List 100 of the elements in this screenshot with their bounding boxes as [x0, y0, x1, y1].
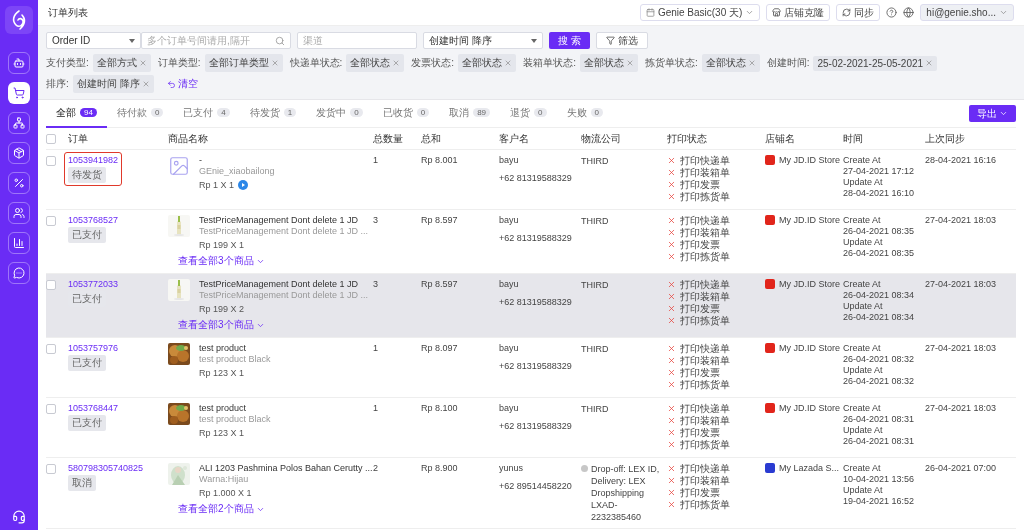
order-id-link[interactable]: 1053768447 — [68, 403, 119, 413]
export-button[interactable]: 导出 — [969, 105, 1016, 122]
filter-label: 排序: — [46, 77, 69, 91]
store-name: My JD.ID Store — [779, 279, 840, 289]
print-status: 打印快递单 — [680, 343, 730, 354]
print-status: 打印快递单 — [680, 463, 730, 474]
status-tab[interactable]: 待付款 0 — [106, 99, 174, 128]
store-name: My JD.ID Store — [779, 215, 840, 225]
status-tab[interactable]: 发货中 0 — [306, 99, 373, 128]
view-all-products-link[interactable]: 查看全部2个商品 — [178, 502, 265, 516]
time-label: Create At — [843, 279, 881, 289]
time-label: Create At — [843, 403, 881, 413]
product-price: Rp 123 X 1 — [199, 428, 245, 438]
print-status: 打印装箱单 — [680, 475, 730, 486]
print-status: 打印发票 — [680, 303, 720, 314]
store-name: My JD.ID Store — [779, 155, 840, 165]
view-all-products-link[interactable]: 查看全部3个商品 — [178, 318, 265, 332]
print-status: 打印发票 — [680, 239, 720, 250]
time-label: Update At — [843, 177, 883, 187]
product-price: Rp 1 X 1 — [199, 180, 235, 190]
product-name: TestPriceManagement Dont delete 1 JD — [199, 215, 360, 225]
clear-link[interactable]: 清空 — [166, 77, 198, 91]
order-status: 已支付 — [68, 415, 106, 431]
column-header: 物流公司 — [581, 131, 622, 146]
page-title: 订单列表 — [48, 5, 89, 20]
order-total: Rp 8.900 — [421, 463, 459, 473]
product-name: test product — [199, 403, 248, 413]
filter-label: 支付类型: — [46, 56, 89, 70]
column-header: 订单 — [68, 131, 89, 146]
plan-dropdown[interactable]: Genie Basic(30 天) — [639, 4, 761, 21]
print-status: 打印快递单 — [680, 279, 730, 290]
filter-chip[interactable]: 全部状态 — [458, 54, 517, 72]
print-status: 打印快递单 — [680, 215, 730, 226]
order-id-link[interactable]: 1053941982 — [68, 155, 119, 165]
order-id-link[interactable]: 580798305740825 — [68, 463, 144, 473]
order-total: Rp 8.597 — [421, 279, 459, 289]
search-button[interactable]: 搜 索 — [549, 32, 590, 49]
filter-chip[interactable]: 全部状态 — [701, 54, 760, 72]
column-header: 时间 — [843, 131, 864, 146]
filter-chip[interactable]: 全部状态 — [579, 54, 638, 72]
filter-chip[interactable]: 全部订单类型 — [204, 54, 283, 72]
print-status: 打印拣货单 — [680, 251, 730, 262]
product-variant: GEnie_xiaobailong — [199, 166, 276, 176]
create-time: 10-04-2021 13:56 — [843, 474, 915, 484]
column-header: 商品名称 — [168, 131, 209, 146]
create-time: 26-04-2021 08:32 — [843, 354, 915, 364]
column-header: 客户名 — [499, 131, 530, 146]
create-time: 26-04-2021 08:31 — [843, 414, 915, 424]
filter-label: 订单类型: — [157, 56, 201, 70]
status-tab[interactable]: 已支付 4 — [173, 99, 240, 128]
product-name: ALI 1203 Pashmina Polos Bahan Cerutty ... — [199, 463, 373, 473]
print-status: 打印发票 — [680, 179, 720, 190]
time-label: Update At — [843, 365, 883, 375]
create-time: 26-04-2021 08:35 — [843, 226, 915, 236]
order-id-link[interactable]: 1053757976 — [68, 343, 119, 353]
status-tab[interactable]: 全部 94 — [46, 99, 107, 128]
filter-chip[interactable]: 全部方式 — [92, 54, 151, 72]
logistics-company: THIRD — [581, 155, 609, 167]
status-tab[interactable]: 已收货 0 — [372, 99, 440, 128]
sort-select[interactable]: 创建时间 降序 — [423, 32, 543, 49]
filter-button[interactable]: 筛选 — [595, 32, 648, 49]
last-sync-time: 27-04-2021 18:03 — [925, 343, 998, 353]
last-sync-time: 26-04-2021 07:00 — [925, 463, 998, 473]
update-time: 26-04-2021 08:35 — [843, 248, 915, 258]
print-status: 打印装箱单 — [680, 167, 730, 178]
store-name: My JD.ID Store — [779, 403, 840, 413]
order-id-link[interactable]: 1053768527 — [68, 215, 119, 225]
filter-label: 发票状态: — [411, 56, 455, 70]
status-tab[interactable]: 待发货 1 — [239, 99, 307, 128]
product-name: - — [199, 155, 203, 165]
print-status: 打印拣货单 — [680, 379, 730, 390]
product-variant: test product Black — [199, 414, 272, 424]
filter-label: 拣货单状态: — [644, 56, 698, 70]
time-label: Update At — [843, 301, 883, 311]
filter-chip[interactable]: 全部状态 — [346, 54, 405, 72]
product-variant: TestPriceManagement Dont delete 1 JD ... — [199, 226, 370, 236]
filter-chip[interactable]: 创建时间 降序 — [72, 75, 154, 93]
order-id-link[interactable]: 1053772033 — [68, 279, 119, 289]
product-variant: TestPriceManagement Dont delete 1 JD ... — [199, 290, 370, 300]
customer-name: yunus — [499, 463, 524, 473]
status-tab[interactable]: 退货 0 — [500, 99, 557, 128]
status-tab[interactable]: 失败 0 — [556, 99, 613, 128]
user-menu[interactable]: hi@genie.sho... — [920, 4, 1014, 21]
sync-button[interactable]: 同步 — [836, 4, 881, 21]
store-clone-button[interactable]: 店铺克隆 — [766, 4, 831, 21]
print-status: 打印发票 — [680, 487, 720, 498]
status-tab[interactable]: 取消 89 — [439, 99, 501, 128]
print-status: 打印发票 — [680, 427, 720, 438]
product-price: Rp 199 X 1 — [199, 240, 245, 250]
order-row[interactable]: 1053941982 待发货 - GEnie_xiaobailong Rp 1 X 1 1 Rp 8.001 bayu +62 81319588329 THIRD 打印快递单 打印装箱单 打印发票 打印拣货单 My JD.ID Store Create At 27-04-2021 17:12 Update At 28-04-2021 16:10 28-04-2021 16:16 — [46, 150, 1016, 210]
field-select[interactable]: Order ID — [46, 32, 141, 49]
product-name: test product — [199, 343, 248, 353]
customer-name: bayu — [499, 279, 519, 289]
update-time: 28-04-2021 16:10 — [843, 188, 915, 198]
print-status: 打印装箱单 — [680, 355, 730, 366]
update-time: 26-04-2021 08:31 — [843, 436, 915, 446]
time-label: Update At — [843, 425, 883, 435]
customer-phone: +62 81319588329 — [499, 421, 572, 431]
view-all-products-link[interactable]: 查看全部3个商品 — [178, 254, 265, 268]
filter-chip[interactable]: 25-02-2021-25-05-2021 — [813, 55, 938, 71]
